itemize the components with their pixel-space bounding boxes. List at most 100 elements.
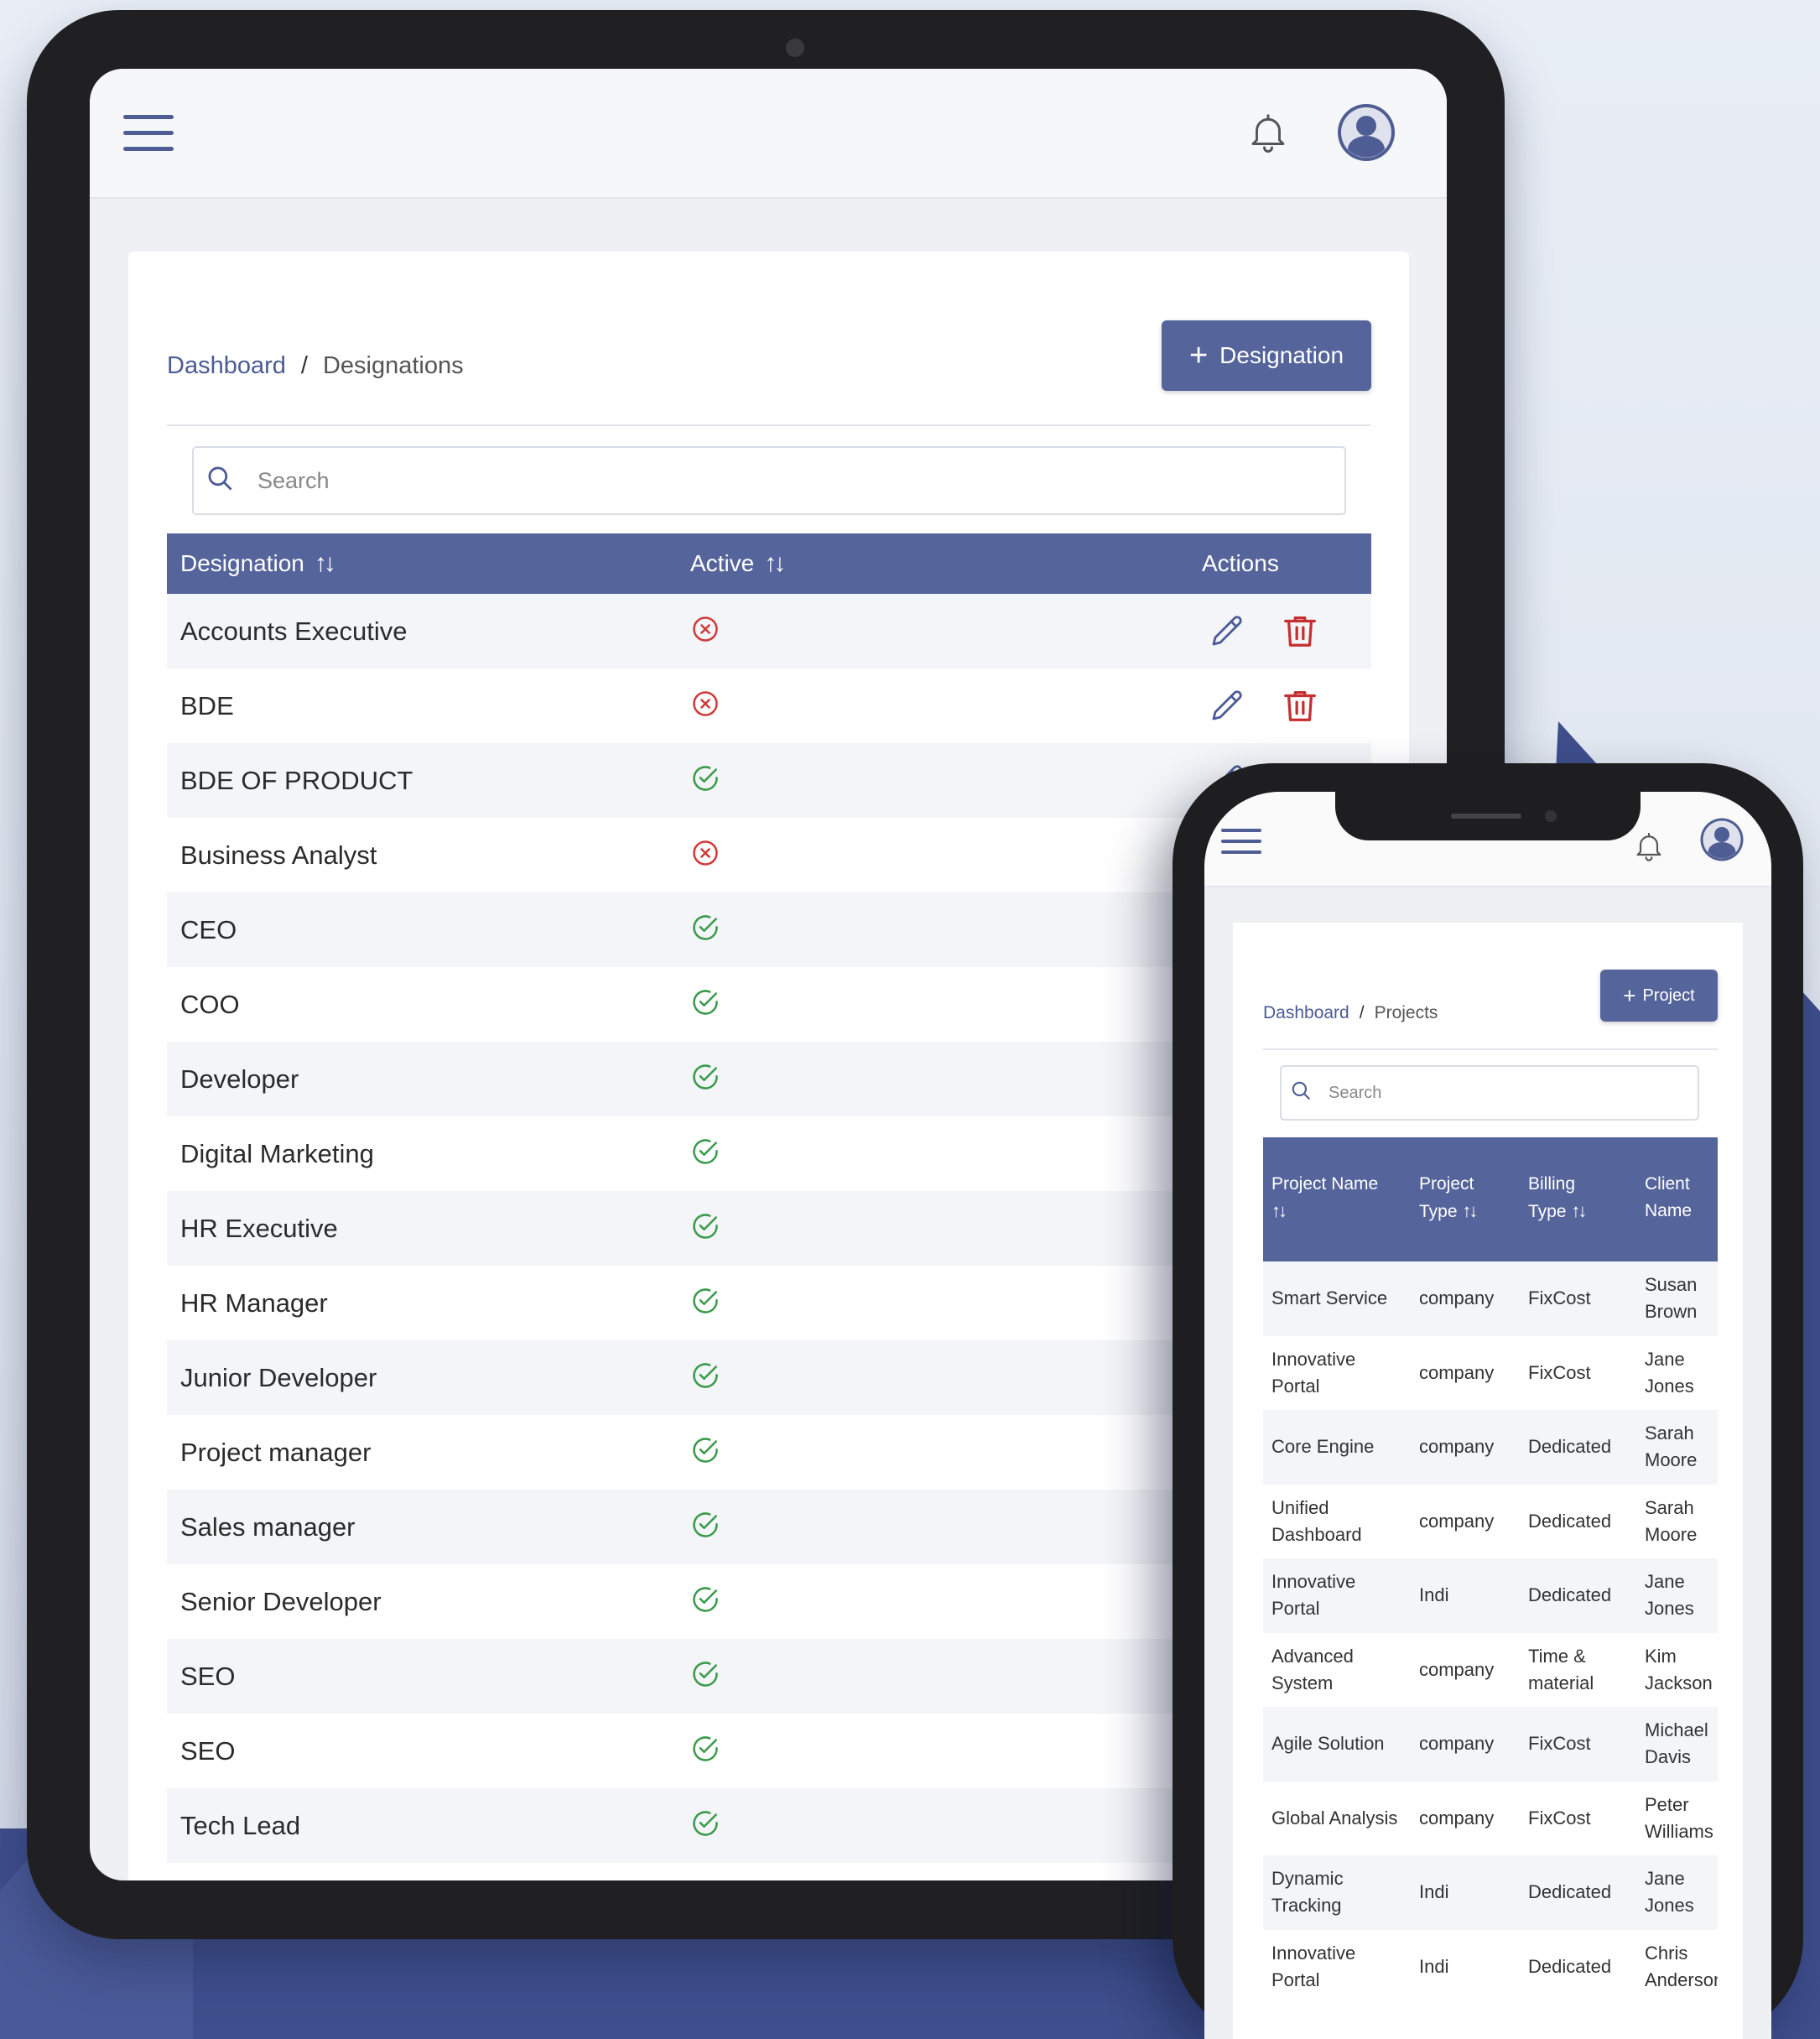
designation-cell: HR Manager [180,1287,328,1318]
billing-type-cell: Dedicated [1528,1510,1612,1532]
client-name-cell: Michael Davis [1645,1719,1708,1768]
check-circle-icon [690,1435,720,1472]
client-name-cell: Chris Anderson [1645,1942,1718,1990]
sort-icon[interactable]: ↑↓ [1462,1200,1478,1221]
x-circle-icon [690,614,720,651]
hamburger-icon[interactable] [1221,829,1261,866]
client-name-cell: Susan Brown [1645,1274,1698,1323]
check-circle-icon [690,1659,720,1696]
trash-icon[interactable] [1281,685,1319,732]
client-name-cell: Peter Williams [1645,1793,1713,1842]
designation-cell: CEO [180,914,237,944]
pencil-icon[interactable] [1207,611,1247,658]
breadcrumb-dashboard-link[interactable]: Dashboard [1263,1003,1349,1023]
project-name-cell[interactable]: Dynamic Tracking [1271,1855,1406,1930]
billing-type-cell: Dedicated [1528,1881,1612,1903]
table-row: Innovative Portal Indi Dedicated Chris Ande… [1263,1929,1718,2005]
header-billing-type-label: Billing [1528,1174,1576,1194]
search-placeholder: Search [1329,1083,1382,1102]
add-designation-button[interactable]: + Designation [1162,320,1371,391]
billing-type-cell: Dedicated [1528,1584,1612,1606]
add-project-button[interactable]: + Project [1600,970,1718,1022]
project-name-cell[interactable]: Advanced System [1271,1633,1406,1708]
sort-icon[interactable]: ↑↓ [1271,1198,1378,1225]
check-circle-icon [690,913,720,949]
project-name-cell[interactable]: Smart Service [1271,1261,1406,1336]
breadcrumb-dashboard-link[interactable]: Dashboard [167,352,286,380]
header-actions: Actions [1202,533,1279,594]
project-name-cell[interactable]: Innovative Portal [1271,1336,1406,1411]
add-designation-label: Designation [1219,342,1344,368]
project-type-cell: company [1419,1807,1495,1828]
header-client-name[interactable]: Client Name [1645,1171,1692,1225]
breadcrumb: Dashboard / Projects [1263,1003,1438,1023]
table-row: BDE [167,668,1371,743]
header-billing-type-label-2: Type [1528,1202,1567,1221]
search-input[interactable]: Search [192,446,1346,515]
client-name-cell: Sarah Moore [1645,1496,1698,1545]
pencil-icon[interactable] [1207,685,1247,732]
header-project-name[interactable]: Project Name ↑↓ [1271,1171,1378,1225]
billing-type-cell: Dedicated [1528,1955,1612,1977]
phone-device: Dashboard / Projects + Project Search Pr… [1173,763,1803,2039]
user-avatar-icon[interactable] [1336,102,1396,163]
project-type-cell: company [1419,1361,1495,1383]
designation-cell: Tech Lead [180,1810,301,1840]
header-project-type-label: Project [1419,1174,1474,1194]
billing-type-cell: Dedicated [1528,1436,1612,1458]
search-input[interactable]: Search [1280,1065,1699,1121]
client-name-cell: Jane Jones [1645,1348,1694,1397]
header-project-type[interactable]: Project Type ↑↓ [1419,1171,1478,1225]
designation-cell: HR Executive [180,1213,338,1243]
user-avatar-icon[interactable] [1699,817,1745,862]
check-circle-icon [690,1062,720,1099]
billing-type-cell: FixCost [1528,1807,1591,1828]
row-actions [1207,685,1319,732]
bell-icon[interactable] [1245,109,1291,156]
check-circle-icon [690,1510,720,1547]
projects-table: Project Name ↑↓ Project Type ↑↓ Billing … [1263,1137,1718,2004]
breadcrumb-current: Projects [1374,1003,1438,1022]
project-name-cell[interactable]: Innovative Portal [1271,1930,1406,2005]
phone-screen: Dashboard / Projects + Project Search Pr… [1204,792,1771,2039]
client-name-cell: Sarah Moore [1645,1423,1698,1471]
check-circle-icon [690,1211,720,1248]
header-actions-label: Actions [1202,550,1279,576]
header-designation[interactable]: Designation ↑↓ [180,533,336,594]
designation-cell: COO [180,989,240,1019]
client-name-cell: Kim Jackson [1645,1645,1713,1693]
breadcrumb: Dashboard / Designations [167,352,464,380]
designation-cell: Junior Developer [180,1362,377,1392]
table-row: Innovative Portal company FixCost Jane Jone… [1263,1335,1718,1411]
sort-icon[interactable]: ↑↓ [315,549,336,578]
project-name-cell[interactable]: Unified Dashboard [1271,1485,1406,1559]
breadcrumb-separator: / [300,352,308,379]
table-row: Smart Service company FixCost Susan Brown [1263,1261,1718,1336]
project-type-cell: company [1419,1658,1495,1680]
designation-cell: SEO [180,1735,236,1766]
header-active[interactable]: Active ↑↓ [690,533,786,594]
sort-icon[interactable]: ↑↓ [764,549,786,578]
designation-cell: BDE OF PRODUCT [180,765,413,795]
divider [167,424,1371,426]
check-circle-icon [690,1137,720,1173]
designation-cell: Project manager [180,1437,372,1467]
hamburger-icon[interactable] [123,115,174,152]
bell-icon[interactable] [1632,829,1666,864]
billing-type-cell: FixCost [1528,1361,1591,1383]
project-name-cell[interactable]: Innovative Portal [1271,1558,1406,1633]
check-circle-icon [690,763,720,800]
plus-icon: + [1188,338,1209,373]
x-circle-icon [690,689,720,726]
project-name-cell[interactable]: Global Analysis [1271,1782,1406,1856]
add-project-label: Project [1642,986,1695,1005]
table-row: Unified Dashboard company Dedicated Sarah M… [1263,1484,1718,1559]
table-row: Core Engine company Dedicated Sarah Moore [1263,1410,1718,1485]
header-billing-type[interactable]: Billing Type ↑↓ [1528,1171,1587,1225]
designation-cell: Senior Developer [180,1586,382,1616]
trash-icon[interactable] [1281,611,1319,658]
billing-type-cell: Time & material [1528,1645,1594,1693]
project-name-cell[interactable]: Agile Solution [1271,1707,1406,1782]
sort-icon[interactable]: ↑↓ [1571,1200,1587,1221]
project-name-cell[interactable]: Core Engine [1271,1410,1406,1485]
